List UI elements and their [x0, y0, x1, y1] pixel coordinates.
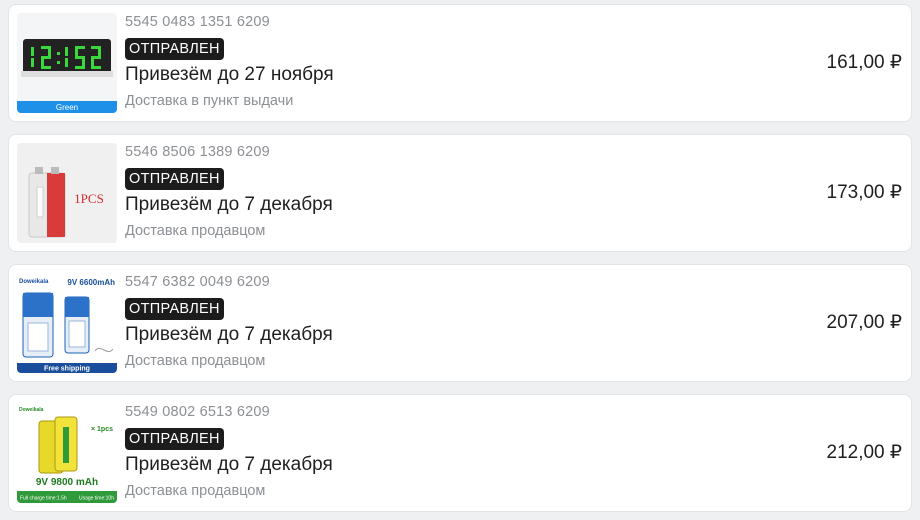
order-price: 161,00 ₽ — [826, 52, 902, 73]
status-badge: ОТПРАВЛЕН — [125, 38, 224, 60]
order-price: 207,00 ₽ — [826, 312, 902, 333]
thumb-caption: 9V 9800 mAh — [36, 477, 98, 488]
thumb-caption: 1PCS — [74, 191, 104, 206]
delivery-method: Доставка продавцом — [125, 353, 266, 369]
order-price: 173,00 ₽ — [826, 182, 902, 203]
thumb-footer: Free shipping — [44, 366, 90, 373]
delivery-method: Доставка в пункт выдачи — [125, 93, 294, 109]
thumb-footer-left: Full charge time:1.5h — [20, 496, 67, 502]
tracking-number: 5547 6382 0049 6209 — [125, 274, 270, 290]
order-card[interactable]: 1PCS 5546 8506 1389 6209 ОТПРАВЛЕН Приве… — [8, 134, 912, 252]
status-badge: ОТПРАВЛЕН — [125, 428, 224, 450]
tracking-number: 5546 8506 1389 6209 — [125, 144, 270, 160]
delivery-date-title[interactable]: Привезём до 27 ноября — [125, 64, 334, 86]
thumb-badge: × 1pcs — [91, 426, 113, 433]
thumb-footer-right: Usage time:10h — [79, 496, 114, 502]
delivery-date-title[interactable]: Привезём до 7 декабря — [125, 194, 333, 216]
delivery-date-title[interactable]: Привезём до 7 декабря — [125, 454, 333, 476]
order-card[interactable]: Doweikala × 1pcs 9V 9800 mAh Full charge… — [8, 394, 912, 512]
product-image: Doweikala × 1pcs 9V 9800 mAh Full charge… — [17, 403, 117, 503]
rechargeable-9v-battery-pack-icon[interactable]: Doweikala 9V 6600mAh Free shipping — [17, 273, 117, 373]
order-price: 212,00 ₽ — [826, 442, 902, 463]
delivery-method: Доставка продавцом — [125, 223, 266, 239]
product-image: Green — [17, 13, 117, 113]
rechargeable-9v-battery-icon[interactable]: Doweikala × 1pcs 9V 9800 mAh Full charge… — [17, 403, 117, 503]
delivery-method: Доставка продавцом — [125, 483, 266, 499]
delivery-date-title[interactable]: Привезём до 7 декабря — [125, 324, 333, 346]
tracking-number: 5545 0483 1351 6209 — [125, 14, 270, 30]
status-badge: ОТПРАВЛЕН — [125, 168, 224, 190]
product-image: 1PCS — [17, 143, 117, 243]
digital-clock-module-icon[interactable]: Green — [17, 13, 117, 113]
order-card[interactable]: Doweikala 9V 6600mAh Free shipping 5547 … — [8, 264, 912, 382]
thumb-brand: Doweikala — [19, 279, 49, 285]
order-card[interactable]: Green 5545 0483 1351 6209 ОТПРАВЛЕН Прив… — [8, 4, 912, 122]
thumb-brand: Doweikala — [19, 407, 44, 413]
thumb-caption: 9V 6600mAh — [67, 278, 115, 287]
thumb-caption: Green — [56, 103, 78, 112]
tracking-number: 5549 0802 6513 6209 — [125, 404, 270, 420]
9v-battery-icon[interactable]: 1PCS — [17, 143, 117, 243]
status-badge: ОТПРАВЛЕН — [125, 298, 224, 320]
orders-list: Green 5545 0483 1351 6209 ОТПРАВЛЕН Прив… — [0, 0, 920, 520]
product-image: Doweikala 9V 6600mAh Free shipping — [17, 273, 117, 373]
